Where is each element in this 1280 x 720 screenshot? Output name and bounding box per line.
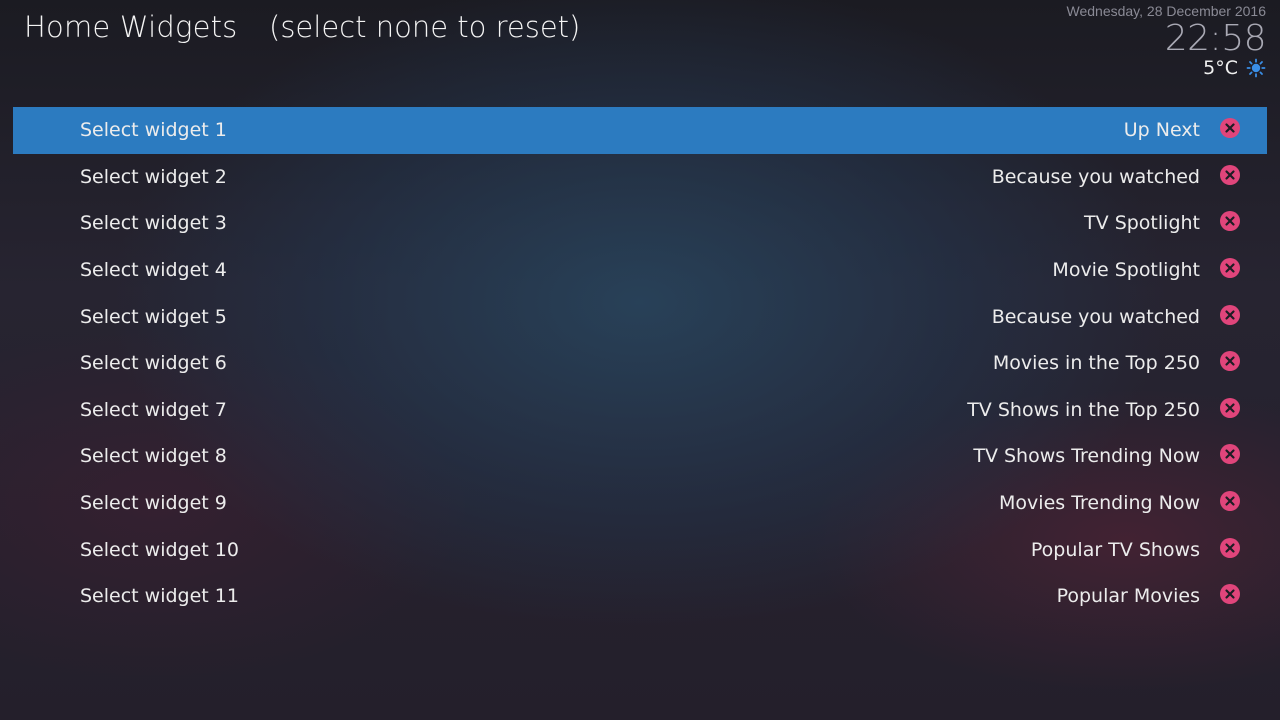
remove-icon[interactable] [1220, 584, 1240, 605]
widget-value: Movies Trending Now [999, 492, 1200, 515]
widget-label: Select widget 9 [80, 492, 227, 515]
widget-label: Select widget 4 [80, 259, 227, 282]
widget-row-4[interactable]: Select widget 4 Movie Spotlight [13, 247, 1267, 294]
widget-row-9[interactable]: Select widget 9 Movies Trending Now [13, 480, 1267, 527]
remove-icon[interactable] [1220, 118, 1240, 139]
remove-icon[interactable] [1220, 164, 1240, 185]
clock-label: 22:58 [1164, 18, 1267, 59]
widget-value: Movie Spotlight [1052, 259, 1200, 282]
widget-row-3[interactable]: Select widget 3 TV Spotlight [13, 200, 1267, 247]
widget-value: TV Spotlight [1084, 212, 1200, 235]
widget-label: Select widget 6 [80, 352, 227, 375]
widget-label: Select widget 11 [80, 585, 239, 608]
temperature-label: 5°C [1203, 57, 1238, 79]
widget-row-7[interactable]: Select widget 7 TV Shows in the Top 250 [13, 387, 1267, 434]
remove-icon[interactable] [1220, 491, 1240, 512]
remove-icon[interactable] [1220, 304, 1240, 325]
widget-value: Up Next [1123, 119, 1200, 142]
widget-label: Select widget 3 [80, 212, 227, 235]
widget-label: Select widget 1 [80, 119, 227, 142]
widget-label: Select widget 8 [80, 445, 227, 468]
widget-value: Movies in the Top 250 [992, 352, 1200, 375]
widget-value: TV Shows Trending Now [973, 445, 1200, 468]
widget-label: Select widget 7 [80, 398, 227, 421]
sun-icon [1246, 58, 1266, 78]
widget-row-11[interactable]: Select widget 11 Popular Movies [13, 573, 1267, 620]
remove-icon[interactable] [1220, 351, 1240, 372]
weather-info: 5°C [1067, 57, 1267, 79]
info-panel: Wednesday, 28 December 2016 22:58 5°C [1067, 2, 1267, 79]
remove-icon[interactable] [1220, 444, 1240, 465]
widget-label: Select widget 10 [80, 538, 239, 561]
remove-icon[interactable] [1220, 258, 1240, 279]
widget-row-8[interactable]: Select widget 8 TV Shows Trending Now [13, 433, 1267, 480]
widget-value: Because you watched [991, 305, 1200, 328]
remove-icon[interactable] [1220, 537, 1240, 558]
widget-row-2[interactable]: Select widget 2 Because you watched [13, 154, 1267, 201]
remove-icon[interactable] [1220, 211, 1240, 232]
widget-row-10[interactable]: Select widget 10 Popular TV Shows [13, 526, 1267, 573]
widget-value: Popular Movies [1056, 585, 1200, 608]
page-title: Home Widgets [24, 10, 238, 44]
widget-value: Popular TV Shows [1030, 538, 1200, 561]
widget-value: Because you watched [991, 165, 1200, 188]
page-subtitle: (select none to reset) [269, 10, 581, 44]
remove-icon[interactable] [1220, 397, 1240, 418]
widget-row-1[interactable]: Select widget 1 Up Next [13, 107, 1267, 154]
widget-label: Select widget 2 [80, 165, 227, 188]
widget-value: TV Shows in the Top 250 [967, 398, 1200, 421]
widget-row-5[interactable]: Select widget 5 Because you watched [13, 293, 1267, 340]
widget-list: Select widget 1 Up Next Select widget 2 Bec… [13, 107, 1267, 620]
widget-label: Select widget 5 [80, 305, 227, 328]
widget-row-6[interactable]: Select widget 6 Movies in the Top 250 [13, 340, 1267, 387]
